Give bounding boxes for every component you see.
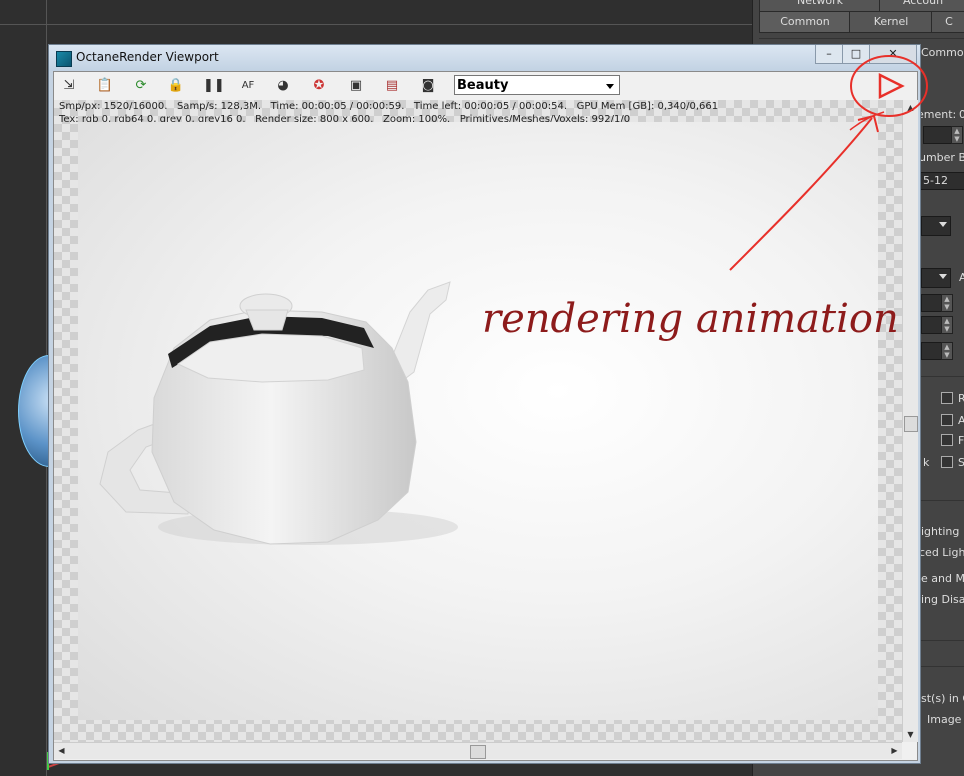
export-icon[interactable]: ⇲ [60,77,78,95]
tab-common[interactable]: Common [759,11,851,33]
checkbox[interactable] [941,456,953,468]
viewport-toolbar: ⇲ 📋 ⟳ 🔒 ❚❚ AF ◕ ✪ ▣ ▤ ◙ Beauty [54,72,917,100]
autofocus-icon[interactable]: AF [239,77,257,95]
panel-rule [759,38,964,39]
number-field[interactable]: 5-12 [919,172,964,190]
render-area[interactable]: Smp/px: 1520/16000. Samp/s: 128,3M. Time… [54,100,902,742]
scroll-left-arrow-icon[interactable]: ◀ [54,743,69,759]
octane-viewport-window[interactable]: OctaneRender Viewport – □ ✕ ⇲ 📋 ⟳ 🔒 ❚❚ A… [48,44,921,764]
panel-value: 0 [959,108,964,121]
panel-label: ced Light [919,546,964,559]
panel-label: st(s) in C [921,692,964,705]
vertical-scrollbar[interactable]: ▲ ▼ [902,100,918,742]
render-image [78,122,878,720]
spinner-arrows[interactable]: ▲ ▼ [941,342,953,360]
spinner-field[interactable] [921,342,942,360]
close-button[interactable]: ✕ [869,45,917,64]
annotation-text: rendering animation [482,296,899,342]
panel-dropdown[interactable] [921,268,951,288]
window-titlebar[interactable]: OctaneRender Viewport – □ ✕ [49,45,920,71]
region-render-icon[interactable]: ▣ [347,77,365,95]
viewport-divider [0,24,752,25]
chevron-down-icon [939,274,947,279]
checkbox[interactable] [941,414,953,426]
panel-dropdown[interactable] [921,216,951,236]
clipboard-icon[interactable]: 📋 [96,77,114,95]
panel-label: ighting [921,525,960,538]
scroll-up-arrow-icon[interactable]: ▲ [903,100,918,115]
clay-mode-icon[interactable]: ✪ [310,77,328,95]
pause-icon[interactable]: ❚❚ [203,77,225,95]
spinner-field[interactable] [923,126,952,144]
checkbox-label: R [958,392,964,405]
checkbox-label: S [958,456,964,469]
panel-rule [919,376,964,377]
checkbox-label: F [958,434,964,447]
horizontal-scroll-thumb[interactable] [470,745,486,759]
rollout-title-common[interactable]: Common [921,46,964,59]
scroll-right-arrow-icon[interactable]: ▶ [887,743,902,759]
checkbox[interactable] [941,434,953,446]
color-picker-icon[interactable]: ◕ [274,77,292,95]
camera-icon[interactable]: ◙ [419,77,437,95]
render-pass-value: Beauty [457,78,509,93]
maximize-button[interactable]: □ [842,45,870,64]
scroll-down-arrow-icon[interactable]: ▼ [903,727,918,742]
viewport-client: ⇲ 📋 ⟳ 🔒 ❚❚ AF ◕ ✪ ▣ ▤ ◙ Beauty Smp/px: 1… [53,71,918,761]
panel-label: A [959,271,964,284]
lock-icon[interactable]: 🔒 [167,77,185,95]
film-icon[interactable]: ▤ [383,77,401,95]
panel-label: Image S [927,713,964,726]
render-stats-line-1: Smp/px: 1520/16000. Samp/s: 128,3M. Time… [59,101,719,112]
tab-kernel[interactable]: Kernel [849,11,933,33]
panel-label: e and Me [921,572,964,585]
teapot-render [99,281,458,545]
teapot-lid-knob-stem [245,309,289,331]
chevron-down-icon [606,84,614,89]
panel-rule [919,500,964,501]
render-pass-select[interactable]: Beauty [454,75,620,95]
spinner-field[interactable] [921,294,942,312]
panel-label: ing Disab [921,593,964,606]
horizontal-scrollbar[interactable]: ◀ ▶ [54,742,902,759]
spinner-field[interactable] [921,316,942,334]
minimize-button[interactable]: – [815,45,843,64]
panel-rule [919,640,964,641]
checkbox[interactable] [941,392,953,404]
panel-label: ement: [917,108,957,121]
spinner-arrows[interactable]: ▲ ▼ [941,294,953,312]
window-title: OctaneRender Viewport [76,50,219,64]
panel-rule [919,666,964,667]
panel-label: k [923,456,930,469]
spinner-arrows[interactable]: ▲ ▼ [951,126,963,144]
vertical-scroll-thumb[interactable] [904,416,918,432]
tab-more[interactable]: C [931,11,964,33]
spinner-arrows[interactable]: ▲ ▼ [941,316,953,334]
chevron-down-icon [939,222,947,227]
refresh-icon[interactable]: ⟳ [132,77,150,95]
octane-app-icon [56,51,72,67]
checkbox-label: A [958,414,964,427]
panel-label: umber Ba [919,151,964,164]
